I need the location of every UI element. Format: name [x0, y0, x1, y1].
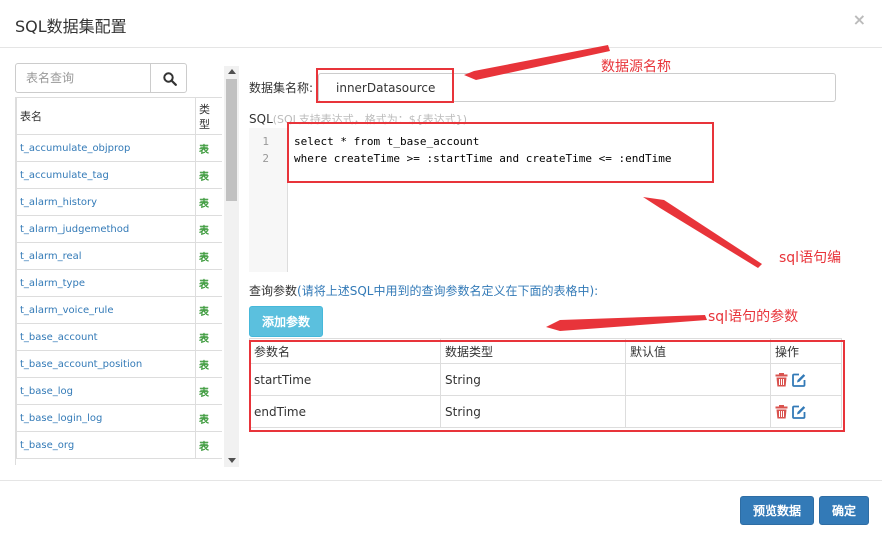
annotation-arrow-datasource — [464, 45, 610, 80]
annotation-arrow-sql — [643, 197, 762, 268]
annotation-arrow-params — [546, 315, 707, 331]
annotation-arrows — [464, 45, 762, 331]
